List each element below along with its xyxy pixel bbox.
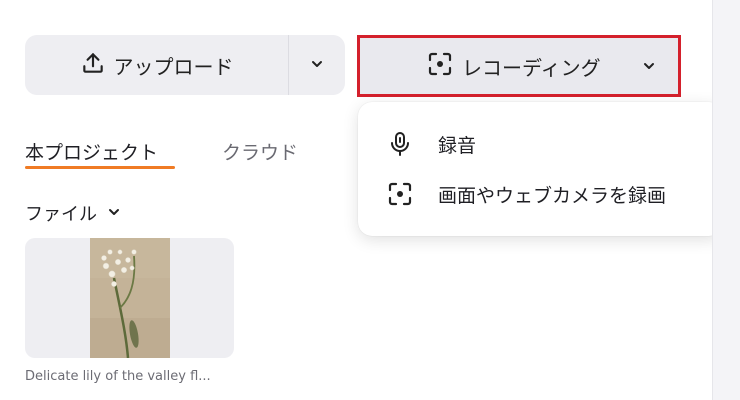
upload-label: アップロード (113, 54, 234, 79)
tab-cloud[interactable]: クラウド (222, 138, 298, 165)
files-dropdown[interactable]: ファイル (25, 200, 121, 226)
media-thumbnail (90, 238, 170, 358)
chevron-down-icon (107, 203, 121, 224)
media-panel: アップロード レコーディング 本プロジェクト クラウド ファイル Delicat… (0, 0, 723, 400)
media-name: Delicate lily of the valley fl... (25, 369, 211, 384)
menu-item-record-screen[interactable]: 画面やウェブカメラを録画 (358, 169, 723, 219)
screen-record-icon (386, 180, 414, 208)
recording-button[interactable]: レコーディング (357, 35, 681, 97)
microphone-icon (386, 130, 414, 158)
menu-item-record-audio[interactable]: 録音 (358, 119, 723, 169)
recording-menu: 録音 画面やウェブカメラを録画 (358, 102, 723, 236)
menu-item-label: 録音 (438, 134, 477, 157)
chevron-down-icon (310, 56, 324, 75)
upload-options-button[interactable] (289, 35, 345, 95)
media-card[interactable] (25, 238, 234, 358)
screen-record-icon (426, 50, 454, 82)
tab-project[interactable]: 本プロジェクト (25, 138, 158, 165)
upload-button[interactable]: アップロード (25, 35, 288, 95)
right-rail (712, 0, 740, 400)
menu-item-label: 画面やウェブカメラを録画 (438, 184, 667, 207)
upload-split-button: アップロード (25, 35, 345, 95)
files-label: ファイル (25, 204, 97, 225)
upload-icon (80, 50, 106, 80)
recording-label: レコーディング (462, 55, 601, 80)
active-tab-indicator (25, 166, 175, 169)
chevron-down-icon (642, 58, 656, 77)
